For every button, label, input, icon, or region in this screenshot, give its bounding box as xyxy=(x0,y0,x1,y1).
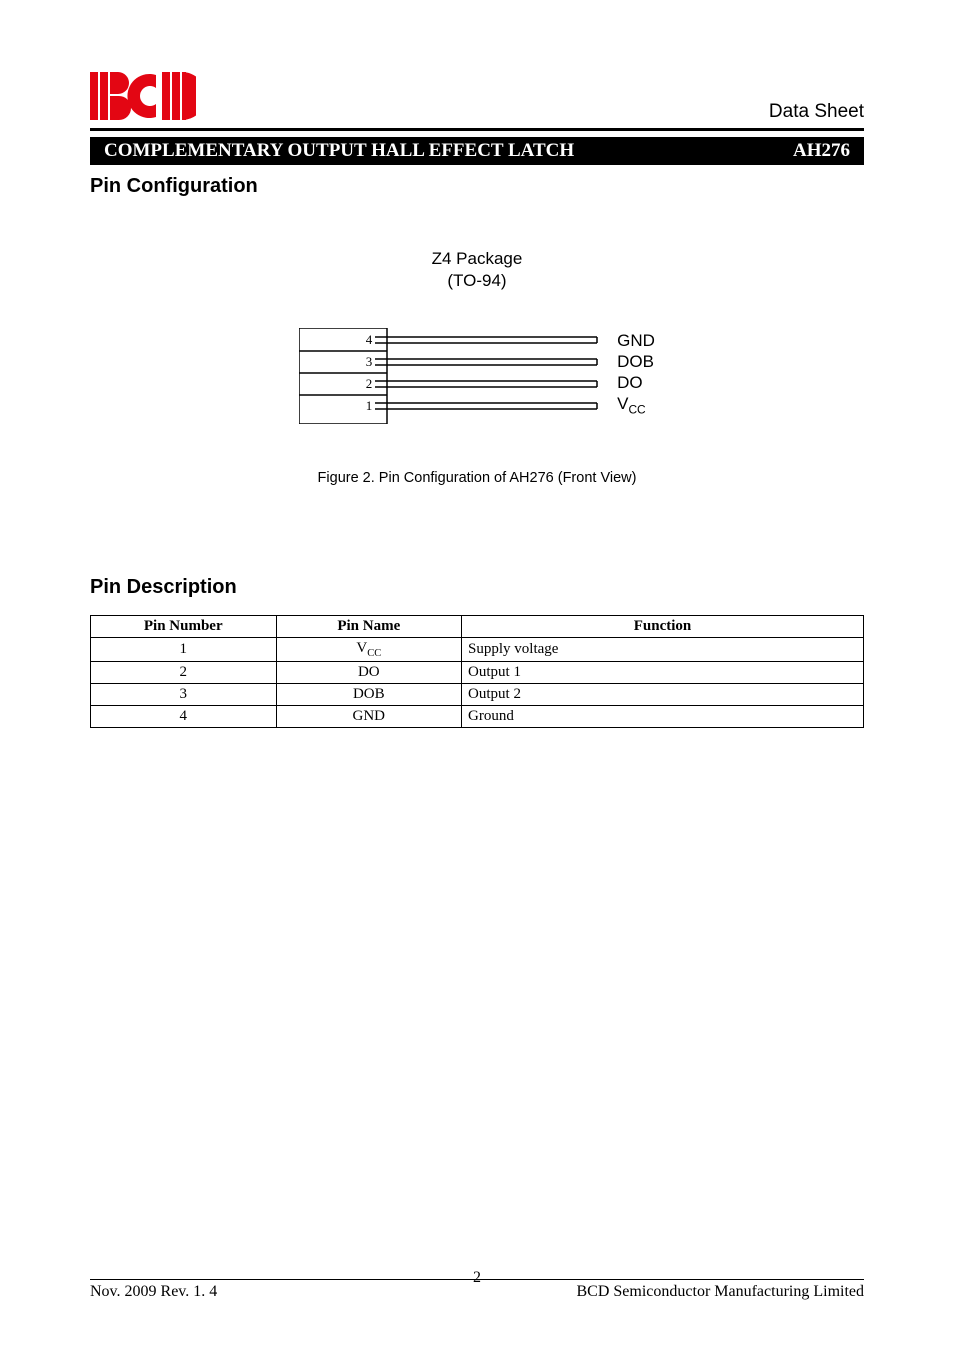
table-row: 2 DO Output 1 xyxy=(91,662,864,684)
pin-label-gnd: GND xyxy=(617,330,655,351)
th-function: Function xyxy=(462,616,864,638)
cell-num: 3 xyxy=(91,684,277,706)
pin-num-4: 4 xyxy=(366,332,373,347)
th-pin-name: Pin Name xyxy=(276,616,462,638)
header: Data Sheet xyxy=(90,72,864,125)
pin-num-3: 3 xyxy=(366,354,373,369)
pin-external-labels: GND DOB DO VCC xyxy=(617,328,655,424)
package-name: Z4 Package xyxy=(90,248,864,270)
cell-num: 4 xyxy=(91,706,277,728)
pin-label-do: DO xyxy=(617,372,655,393)
cell-name: DO xyxy=(276,662,462,684)
pin-num-1: 1 xyxy=(366,398,373,413)
cell-num: 1 xyxy=(91,638,277,662)
page: Data Sheet COMPLEMENTARY OUTPUT HALL EFF… xyxy=(0,0,954,1351)
table-header-row: Pin Number Pin Name Function xyxy=(91,616,864,638)
cell-func: Output 2 xyxy=(462,684,864,706)
table-row: 1 VCC Supply voltage xyxy=(91,638,864,662)
package-label: Z4 Package (TO-94) xyxy=(90,248,864,292)
pin-description-table: Pin Number Pin Name Function 1 VCC Suppl… xyxy=(90,615,864,728)
cell-num: 2 xyxy=(91,662,277,684)
part-number: AH276 xyxy=(793,140,850,162)
footer: Nov. 2009 Rev. 1. 4 BCD Semiconductor Ma… xyxy=(90,1279,864,1301)
section-pin-configuration: Pin Configuration xyxy=(90,175,864,198)
cell-name: GND xyxy=(276,706,462,728)
bcd-logo xyxy=(90,72,196,125)
pin-num-2: 2 xyxy=(366,376,373,391)
title-bar: COMPLEMENTARY OUTPUT HALL EFFECT LATCH A… xyxy=(90,137,864,165)
cell-name: VCC xyxy=(276,638,462,662)
table-row: 4 GND Ground xyxy=(91,706,864,728)
cell-name: DOB xyxy=(276,684,462,706)
cell-func: Output 1 xyxy=(462,662,864,684)
pin-label-vcc: VCC xyxy=(617,393,655,414)
page-number: 2 xyxy=(90,1269,864,1287)
section-pin-description: Pin Description xyxy=(90,576,864,599)
package-subname: (TO-94) xyxy=(90,270,864,292)
th-pin-number: Pin Number xyxy=(91,616,277,638)
datasheet-label: Data Sheet xyxy=(769,101,864,123)
header-divider xyxy=(90,128,864,131)
table-row: 3 DOB Output 2 xyxy=(91,684,864,706)
cell-func: Ground xyxy=(462,706,864,728)
title-text: COMPLEMENTARY OUTPUT HALL EFFECT LATCH xyxy=(104,140,574,162)
cell-func: Supply voltage xyxy=(462,638,864,662)
package-diagram: 4 3 2 1 xyxy=(299,328,609,424)
figure-caption: Figure 2. Pin Configuration of AH276 (Fr… xyxy=(90,470,864,486)
pin-label-dob: DOB xyxy=(617,351,655,372)
package-figure: 4 3 2 1 GND DOB DO VCC xyxy=(90,328,864,424)
